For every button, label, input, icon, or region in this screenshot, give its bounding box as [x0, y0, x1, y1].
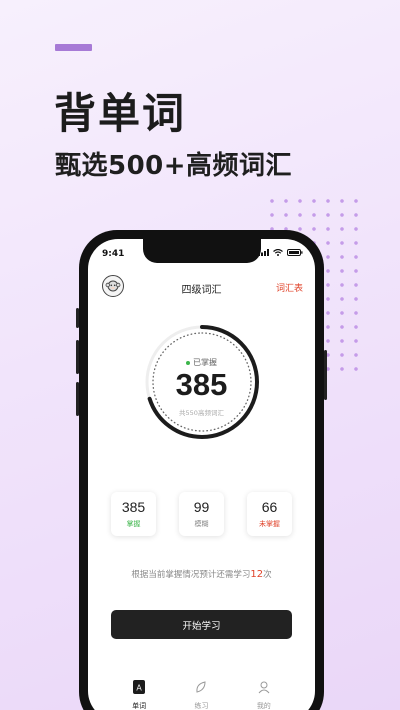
stat-value: 66: [261, 499, 278, 515]
tab-label: 我的: [256, 702, 271, 710]
phone-mute-button: [76, 308, 79, 328]
mastered-label-text: 已掌握: [193, 358, 217, 367]
stat-card-fuzzy[interactable]: 99 模糊: [179, 492, 224, 536]
stats-row: 385 掌握 99 模糊 66 未掌握: [111, 492, 292, 536]
status-icons: [258, 249, 303, 256]
stat-label: 模糊: [194, 520, 209, 528]
tab-label: 练习: [194, 702, 209, 710]
tab-bar: A 单词 练习 我的: [88, 679, 315, 710]
leaf-icon: [196, 681, 206, 693]
tab-label: 单词: [132, 702, 147, 710]
phone-power-button: [324, 350, 327, 400]
phone-screen: 9:41 四级词汇 词汇表 已掌握 385 共550高频词汇 385 掌握 99…: [88, 239, 315, 710]
study-hint-suffix: 次: [263, 570, 272, 580]
study-hint-prefix: 根据当前掌握情况预计还需学习: [131, 570, 251, 580]
battery-icon: [287, 249, 303, 256]
profile-icon: [258, 681, 270, 694]
signal-icon: [258, 249, 269, 256]
vocab-list-link[interactable]: 词汇表: [276, 281, 303, 294]
study-hint-count: 12: [250, 569, 264, 580]
promo-subheadline: 甄选500+高频词汇: [55, 151, 293, 181]
promo-headline: 背单词: [54, 89, 187, 138]
tab-practice[interactable]: 练习: [181, 679, 221, 710]
svg-text:A: A: [136, 684, 142, 693]
tab-profile[interactable]: 我的: [244, 679, 284, 710]
start-learning-button[interactable]: 开始学习: [111, 610, 292, 639]
stat-card-mastered[interactable]: 385 掌握: [111, 492, 156, 536]
total-words-label: 共550高频词汇: [179, 409, 224, 417]
wifi-icon: [273, 249, 283, 256]
stat-card-unmastered[interactable]: 66 未掌握: [247, 492, 292, 536]
phone-volume-up-button: [76, 340, 79, 374]
mastered-count: 385: [175, 367, 228, 402]
phone-notch: [142, 239, 261, 263]
word-card-icon: A: [133, 680, 146, 694]
stat-value: 385: [121, 499, 146, 515]
stat-label: 未掌握: [259, 520, 280, 528]
mastered-dot-icon: [186, 360, 190, 365]
stat-value: 99: [193, 499, 210, 515]
stat-label: 掌握: [126, 520, 141, 528]
phone-mockup: 9:41 四级词汇 词汇表 已掌握 385 共550高频词汇 385 掌握 99…: [76, 230, 327, 710]
progress-ring: 已掌握 385 共550高频词汇: [141, 321, 263, 443]
tab-words[interactable]: A 单词: [119, 679, 159, 710]
accent-bar: [55, 44, 92, 51]
phone-volume-down-button: [76, 382, 79, 416]
status-time: 9:41: [102, 249, 125, 259]
study-hint: 根据当前掌握情况预计还需学习12次: [88, 568, 315, 580]
